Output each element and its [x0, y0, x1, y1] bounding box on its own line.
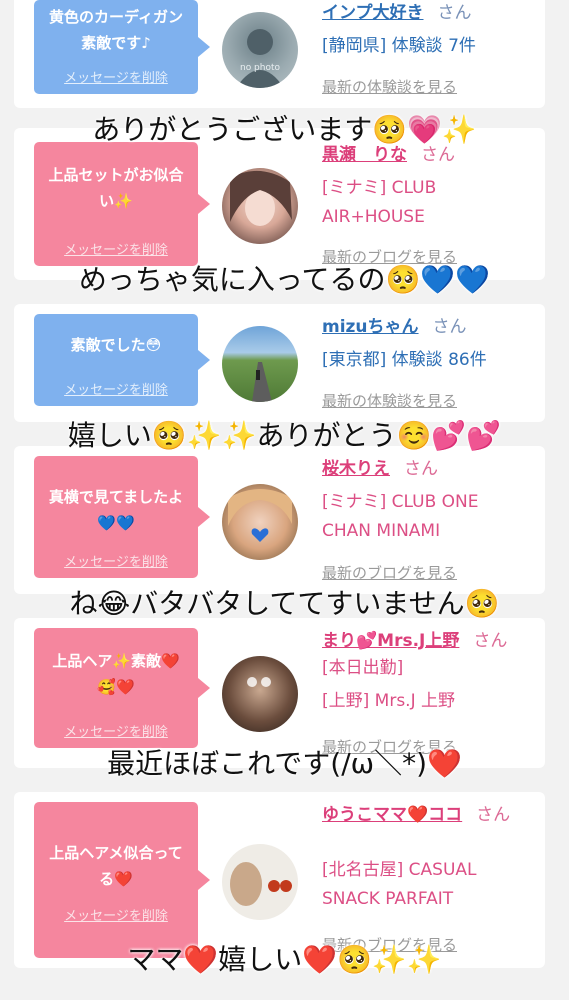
shop-detail: [ミナミ] CLUB AIR+HOUSE — [322, 178, 437, 227]
message-text: 上品ヘア✨素敵❤️🥰❤️ — [52, 652, 180, 696]
honorific: さん — [437, 3, 472, 23]
user-info: まり💕Mrs.J上野 さん [本日出勤] [上野] Mrs.J 上野 — [322, 628, 537, 716]
shop-detail: [ミナミ] CLUB ONE CHAN MINAMI — [322, 492, 479, 541]
overlay-caption: ね😂バタバタしててすいません🥺 — [69, 587, 500, 620]
user-info: ゆうこママ❤️ココ さん [北名古屋] CASUAL SNACK PARFAIT — [322, 802, 537, 914]
delete-message-link[interactable]: メッセージを削除 — [34, 905, 198, 924]
delete-message-link[interactable]: メッセージを削除 — [34, 67, 198, 86]
delete-message-link[interactable]: メッセージを削除 — [34, 551, 198, 570]
avatar[interactable] — [222, 484, 298, 560]
message-bubble: 素敵でした😳 メッセージを削除 — [34, 314, 210, 406]
user-info: 桜木りえ さん [ミナミ] CLUB ONE CHAN MINAMI — [322, 456, 537, 546]
avatar[interactable]: no photo — [222, 12, 298, 88]
overlay-caption: ありがとうございます🥺💗✨ — [92, 113, 477, 146]
delete-message-link[interactable]: メッセージを削除 — [34, 379, 198, 398]
honorific: さん — [404, 459, 438, 479]
avatar[interactable] — [222, 326, 298, 402]
shop-detail: [北名古屋] CASUAL SNACK PARFAIT — [322, 860, 477, 909]
profile-photo — [228, 489, 292, 542]
overlay-caption: 最近ほぼこれです(/ω＼*)❤️ — [107, 747, 462, 780]
status-badge: [本日出勤] — [322, 658, 404, 678]
avatar-placeholder-text: no photo — [240, 63, 281, 73]
message-bubble: 上品ヘアメ似合ってる❤️ メッセージを削除 — [34, 802, 210, 958]
message-bubble: 真横で見てましたよ💙💙 メッセージを削除 — [34, 456, 210, 578]
message-card: 素敵でした😳 メッセージを削除 mizuちゃん さん [東京都] 体験談 86件 … — [14, 304, 545, 422]
overlay-caption: ママ❤️嬉しい❤️🥺✨✨ — [127, 943, 442, 976]
shop-detail: [上野] Mrs.J 上野 — [322, 691, 456, 711]
user-name-link[interactable]: 黒瀬 りな — [322, 145, 407, 165]
user-detail: [東京都] 体験談 86件 — [322, 350, 487, 370]
user-detail: [静岡県] 体験談 7件 — [322, 36, 476, 56]
honorific: さん — [432, 317, 467, 337]
message-text: 上品セットがお似合い✨ — [48, 166, 184, 210]
user-name-link[interactable]: インプ大好き — [322, 3, 424, 23]
honorific: さん — [473, 631, 508, 651]
landscape-photo — [252, 362, 272, 402]
message-card: 黄色のカーディガン素敵です♪ メッセージを削除 no photo インプ大好きさ… — [14, 0, 545, 108]
avatar[interactable] — [222, 168, 298, 244]
message-bubble: 黄色のカーディガン素敵です♪ メッセージを削除 — [34, 0, 210, 94]
user-info: インプ大好き さん [静岡県] 体験談 7件 — [322, 0, 537, 61]
message-bubble: 上品セットがお似合い✨ メッセージを削除 — [34, 142, 210, 266]
profile-photo — [230, 170, 292, 226]
user-name-link[interactable]: まり💕Mrs.J上野 — [322, 631, 459, 651]
honorific: さん — [421, 145, 455, 165]
honorific: さん — [476, 805, 511, 825]
message-text: 黄色のカーディガン素敵です♪ — [49, 8, 183, 52]
user-name-link[interactable]: ゆうこママ❤️ココ — [322, 805, 462, 825]
delete-message-link[interactable]: メッセージを削除 — [34, 239, 198, 258]
profile-photo — [230, 862, 292, 906]
user-name-link[interactable]: 桜木りえ — [322, 459, 390, 479]
delete-message-link[interactable]: メッセージを削除 — [34, 721, 198, 740]
overlay-caption: 嬉しい🥺✨✨ありがとう☺️💕💕 — [67, 419, 502, 452]
latest-link[interactable]: 最新のブログを見る — [322, 562, 457, 583]
message-text: 真横で見てましたよ💙💙 — [48, 488, 184, 532]
avatar[interactable] — [222, 844, 298, 920]
user-info: 黒瀬 りな さん [ミナミ] CLUB AIR+HOUSE — [322, 142, 537, 232]
person-silhouette-icon: no photo — [236, 29, 284, 88]
message-bubble: 上品ヘア✨素敵❤️🥰❤️ メッセージを削除 — [34, 628, 210, 748]
latest-link[interactable]: 最新の体験談を見る — [322, 76, 457, 97]
message-text: 上品ヘアメ似合ってる❤️ — [49, 844, 183, 888]
profile-photo — [247, 677, 271, 687]
avatar[interactable] — [222, 656, 298, 732]
message-card: 真横で見てましたよ💙💙 メッセージを削除 桜木りえ さん [ミナミ] CLUB O… — [14, 446, 545, 594]
message-text: 素敵でした😳 — [70, 336, 162, 354]
user-info: mizuちゃん さん [東京都] 体験談 86件 — [322, 314, 537, 375]
user-name-link[interactable]: mizuちゃん — [322, 317, 419, 337]
latest-link[interactable]: 最新の体験談を見る — [322, 390, 457, 411]
overlay-caption: めっちゃ気に入ってるの🥺💙💙 — [78, 263, 491, 296]
